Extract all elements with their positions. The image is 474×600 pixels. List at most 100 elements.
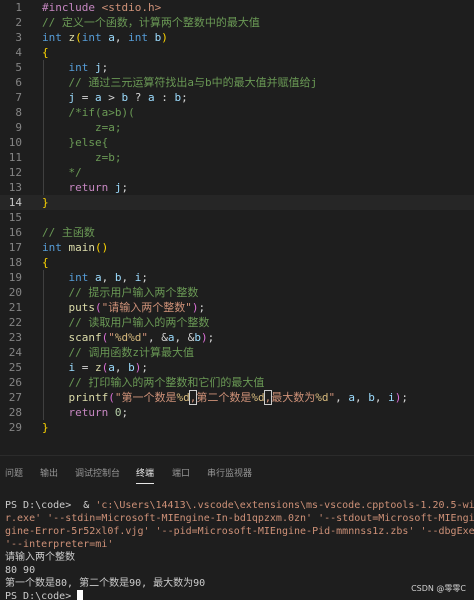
code-line[interactable]: 14} <box>0 195 474 210</box>
code-token: ) <box>201 331 208 344</box>
code-line[interactable]: 23 scanf("%d%d", &a, &b); <box>0 330 474 345</box>
code-token: 第二个数是 <box>196 391 252 404</box>
terminal-text: '--stdout=Microsoft-MIEngine-Out- <box>318 513 474 524</box>
terminal-text: '--dbgExe=C:\Prc <box>420 526 474 537</box>
panel-tab-bar: 问题 输出 调试控制台 终端 端口 串行监视器 <box>0 455 474 490</box>
code-line[interactable]: 17 int main() <box>0 240 474 255</box>
tab-4[interactable]: 端口 <box>172 466 190 479</box>
code-line[interactable]: 1 #include <stdio.h> <box>0 0 474 15</box>
code-line[interactable]: 18 { <box>0 255 474 270</box>
line-code: // 通过三元运算符找出a与b中的最大值并赋值给j <box>42 75 318 90</box>
code-token: #include <box>42 1 102 14</box>
code-token: , <box>101 271 115 284</box>
tab-2[interactable]: 调试控制台 <box>75 466 120 479</box>
line-code: /*if(a>b)( <box>42 105 135 120</box>
code-line[interactable]: 12 */ <box>0 165 474 180</box>
code-line[interactable]: 8 /*if(a>b)( <box>0 105 474 120</box>
code-line[interactable]: 4{ <box>0 45 474 60</box>
code-token: ; <box>141 271 148 284</box>
line-code: j = a > b ? a : b; <box>42 90 188 105</box>
line-code: #include <stdio.h> <box>42 0 161 15</box>
code-line[interactable]: 13 return j; <box>0 180 474 195</box>
code-token: } <box>42 196 49 209</box>
line-number: 17 <box>8 241 22 254</box>
line-number: 20 <box>8 286 22 299</box>
code-line[interactable]: 9 z=a; <box>0 120 474 135</box>
code-token: , <box>355 391 369 404</box>
line-code: z=b; <box>42 150 122 165</box>
code-token: int <box>68 61 95 74</box>
line-number: 26 <box>8 376 22 389</box>
code-line[interactable]: 2 // 定义一个函数，计算两个整数中的最大值 <box>0 15 474 30</box>
code-line[interactable]: 27 printf("第一个数是%d,第二个数是%d,最大数为%d", a, b… <box>0 390 474 405</box>
code-token: , <box>335 391 349 404</box>
code-line[interactable]: 26 // 打印输入的两个整数和它们的最大值 <box>0 375 474 390</box>
tab-5[interactable]: 串行监视器 <box>207 466 252 479</box>
line-code: } <box>42 420 49 435</box>
code-line[interactable]: 24 // 调用函数z计算最大值 <box>0 345 474 360</box>
terminal-panel[interactable]: CSDN @零零C PS D:\code> & 'c:\Users\14413\… <box>0 490 474 600</box>
code-line[interactable]: 5 int j; <box>0 60 474 75</box>
code-line[interactable]: 15 <box>0 210 474 225</box>
terminal-line: PS D:\code> <box>5 590 474 600</box>
code-line[interactable]: 3 int z(int a, int b) <box>0 30 474 45</box>
code-line[interactable]: 25 i = z(a, b); <box>0 360 474 375</box>
code-line[interactable]: 22 // 读取用户输入的两个整数 <box>0 315 474 330</box>
code-line[interactable]: 7 j = a > b ? a : b; <box>0 90 474 105</box>
code-token: ( <box>75 31 82 44</box>
line-code: { <box>42 255 49 270</box>
code-token: , & <box>148 331 168 344</box>
tab-1[interactable]: 输出 <box>40 466 58 479</box>
code-line[interactable]: 28 return 0; <box>0 405 474 420</box>
code-line[interactable]: 20 // 提示用户输入两个整数 <box>0 285 474 300</box>
line-number: 29 <box>8 421 22 434</box>
code-token: , <box>121 271 135 284</box>
line-code: scanf("%d%d", &a, &b); <box>42 330 215 345</box>
line-number: 7 <box>15 91 22 104</box>
code-token: int <box>68 271 95 284</box>
line-code: return j; <box>42 180 129 195</box>
code-token: a <box>95 271 102 284</box>
terminal-line: 80 90 <box>5 564 474 577</box>
tab-0[interactable]: 问题 <box>5 466 23 479</box>
line-code: return 0; <box>42 405 129 420</box>
code-token: z=b; <box>94 151 122 164</box>
code-token: int <box>81 31 109 44</box>
code-editor[interactable]: 1 #include <stdio.h> 2 // 定义一个函数，计算两个整数中的最大… <box>0 0 474 455</box>
code-line[interactable]: 19 int a, b, i; <box>0 270 474 285</box>
terminal-line: '--interpreter=mi' <box>5 538 474 551</box>
tab-3[interactable]: 终端 <box>136 466 155 484</box>
line-code: printf("第一个数是%d,第二个数是%d,最大数为%d", a, b, i… <box>42 390 408 405</box>
line-number: 6 <box>15 76 22 89</box>
code-line[interactable]: 29} <box>0 420 474 435</box>
terminal-text: '--stdin=Microsoft-MIEngine-In-bd1qpzxm.… <box>47 513 313 524</box>
code-line[interactable]: 16 // 主函数 <box>0 225 474 240</box>
code-line[interactable]: 11 z=b; <box>0 150 474 165</box>
code-token: ; <box>207 331 215 344</box>
code-line[interactable]: 6 // 通过三元运算符找出a与b中的最大值并赋值给j <box>0 75 474 90</box>
code-token: ; <box>141 361 148 374</box>
code-token: , <box>374 391 389 404</box>
line-code: { <box>42 45 49 60</box>
terminal-text: & <box>77 500 96 511</box>
code-line[interactable]: 10 }else{ <box>0 135 474 150</box>
terminal-text: 'c:\Users\14413\.vscode\extensions\ms-vs… <box>95 500 474 511</box>
code-token: j <box>95 61 102 74</box>
line-code: // 调用函数z计算最大值 <box>42 345 195 360</box>
code-token: { <box>42 46 49 59</box>
code-token: a <box>167 331 175 344</box>
code-line[interactable]: 21 puts("请输入两个整数"); <box>0 300 474 315</box>
code-token: printf <box>68 391 109 404</box>
code-token: "第一个数是 <box>114 391 177 404</box>
code-token: a <box>95 91 102 104</box>
